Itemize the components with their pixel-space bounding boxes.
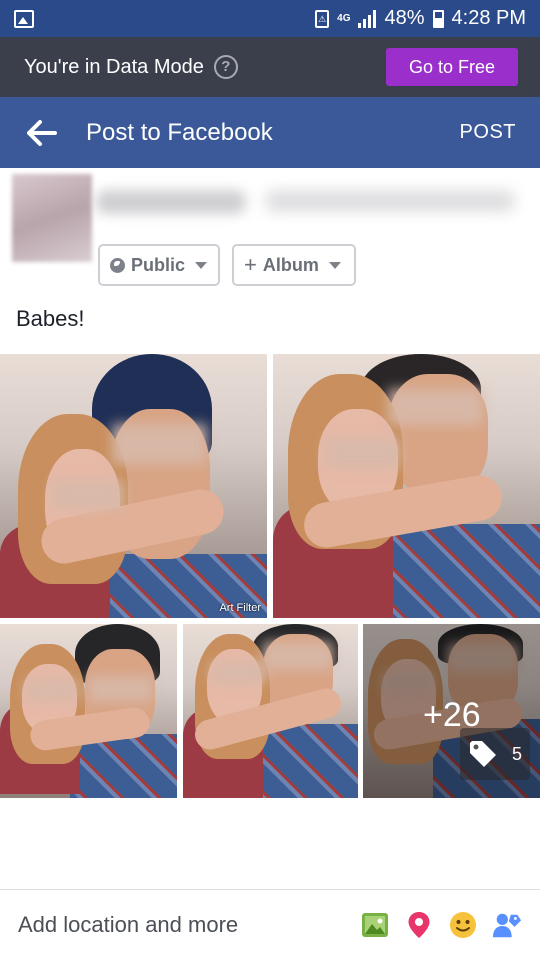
clock: 4:28 PM [451,7,526,29]
battery-percent: 48% [384,7,425,29]
data-mode-message: You're in Data Mode [24,55,204,78]
signal-icon [358,9,377,28]
status-bar: ⚠ 4G 48% 4:28 PM [0,0,540,37]
album-label: Album [262,254,319,275]
data-mode-banner: You're in Data Mode ? Go to Free [0,37,540,97]
add-location-bar[interactable]: Add location and more [0,889,540,960]
page-title: Post to Facebook [86,118,273,146]
post-text[interactable]: Babes! [16,306,85,332]
battery-icon [432,9,444,28]
network-type: 4G [337,12,351,24]
privacy-selector[interactable]: Public [98,244,220,286]
status-indicators: ⚠ 4G 48% 4:28 PM [315,7,526,30]
app-bar: Post to Facebook POST [0,97,540,168]
help-icon[interactable]: ? [213,55,238,79]
sim-icon: ⚠ [315,9,330,28]
location-pin-icon[interactable] [404,910,434,940]
photo-icon[interactable] [360,910,390,940]
gallery-notification-icon [14,9,34,28]
photo-thumbnail[interactable] [273,354,540,618]
photo-thumbnail[interactable] [183,624,358,798]
composer-actions [360,910,522,940]
globe-icon [110,257,125,273]
chevron-down-icon [328,261,341,269]
back-arrow-icon[interactable] [22,113,62,153]
album-selector[interactable]: + Album [232,244,356,286]
avatar [12,174,92,262]
chevron-down-icon [195,261,208,269]
plus-icon: + [244,252,257,277]
photo-thumbnail[interactable] [0,624,177,798]
art-filter-label: Art Filter [219,602,261,614]
emoji-icon[interactable] [448,910,478,940]
tag-count: 5 [512,743,523,764]
tag-icon [470,741,496,767]
privacy-label: Public [131,254,186,275]
blurred-tagged-names [265,190,515,212]
tag-count-badge[interactable]: 5 [460,728,530,780]
blurred-name [96,190,246,214]
photo-thumbnail[interactable]: Art Filter [0,354,267,618]
tag-people-icon[interactable] [492,910,522,940]
add-location-label: Add location and more [18,912,239,937]
post-button[interactable]: POST [460,121,516,144]
photo-thumbnail-more[interactable]: +26 5 [363,624,540,798]
go-to-free-button[interactable]: Go to Free [386,48,518,86]
